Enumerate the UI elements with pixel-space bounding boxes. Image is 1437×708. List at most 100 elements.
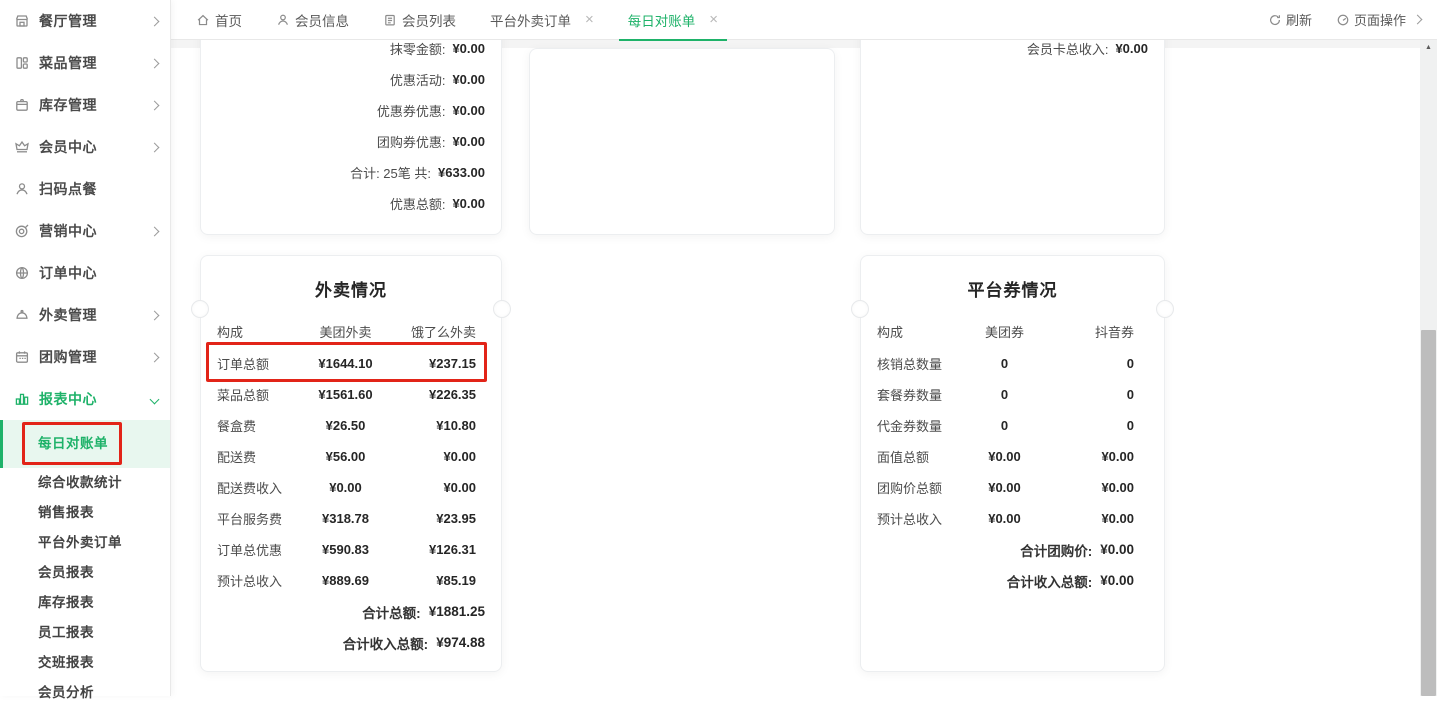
order-center-icon bbox=[14, 265, 30, 281]
tab-home[interactable]: 首页 bbox=[179, 0, 259, 40]
sidebar-item-dishes[interactable]: 菜品管理 bbox=[0, 42, 170, 84]
row-label: 预计总收入 bbox=[217, 571, 301, 590]
close-icon[interactable]: × bbox=[585, 12, 594, 27]
total-value: ¥0.00 bbox=[1100, 542, 1134, 557]
submenu-item-label: 每日对账单 bbox=[38, 436, 108, 451]
table-row: 团购价总额 ¥0.00 ¥0.00 bbox=[861, 472, 1164, 503]
summary-row-value: ¥0.00 bbox=[452, 134, 485, 149]
total-label: 合计团购价: bbox=[1020, 540, 1092, 560]
table-row: 套餐券数量 0 0 bbox=[861, 379, 1164, 410]
submenu-item-inventory-report[interactable]: 库存报表 bbox=[0, 588, 170, 618]
row-label: 餐盒费 bbox=[217, 416, 301, 435]
chevron-right-icon bbox=[150, 16, 160, 26]
row-label: 订单总优惠 bbox=[217, 540, 301, 559]
card-title: 平台券情况 bbox=[861, 276, 1164, 301]
coupon-total-income: 合计收入总额: ¥0.00 bbox=[861, 565, 1164, 596]
row-value-eleme: ¥23.95 bbox=[390, 511, 476, 526]
row-value-meituan: ¥0.00 bbox=[301, 480, 390, 495]
submenu-item-sales-report[interactable]: 销售报表 bbox=[0, 498, 170, 528]
sidebar-item-report-center[interactable]: 报表中心 bbox=[0, 378, 170, 420]
home-icon bbox=[196, 13, 210, 27]
column-header: 饿了么外卖 bbox=[390, 322, 476, 341]
column-header: 美团外卖 bbox=[301, 322, 390, 341]
chevron-down-icon bbox=[150, 394, 160, 404]
sidebar: 餐厅管理 菜品管理 库存管理 bbox=[0, 0, 171, 696]
member-summary-rows: 会员卡总收入: ¥0.00 bbox=[861, 40, 1164, 64]
chevron-right-icon bbox=[150, 142, 160, 152]
submenu-item-platform-takeout-orders[interactable]: 平台外卖订单 bbox=[0, 528, 170, 558]
sidebar-item-marketing[interactable]: 营销中心 bbox=[0, 210, 170, 252]
page-operations-button[interactable]: 页面操作 bbox=[1336, 10, 1421, 29]
summary-row: 合计: 25笔 共: ¥633.00 bbox=[201, 157, 501, 188]
row-value-meituan-coupon: 0 bbox=[961, 356, 1048, 371]
ticket-notch-right bbox=[493, 300, 511, 318]
sidebar-item-label: 会员中心 bbox=[39, 137, 151, 157]
row-label: 面值总额 bbox=[877, 447, 961, 466]
tab-label: 每日对账单 bbox=[628, 10, 696, 30]
row-value-douyin-coupon: ¥0.00 bbox=[1048, 449, 1134, 464]
row-value-meituan: ¥1644.10 bbox=[301, 356, 390, 371]
row-label: 核销总数量 bbox=[877, 354, 961, 373]
submenu-item-member-analysis[interactable]: 会员分析 bbox=[0, 678, 170, 708]
tab-member-list[interactable]: 会员列表 bbox=[366, 0, 473, 40]
sidebar-item-takeout[interactable]: 外卖管理 bbox=[0, 294, 170, 336]
sidebar-item-inventory[interactable]: 库存管理 bbox=[0, 84, 170, 126]
dishes-icon bbox=[14, 55, 30, 71]
row-value-eleme: ¥85.19 bbox=[390, 573, 476, 588]
scrollbar-thumb[interactable] bbox=[1421, 330, 1436, 696]
row-value-eleme: ¥0.00 bbox=[390, 449, 476, 464]
submenu-item-payment-stats[interactable]: 综合收款统计 bbox=[0, 468, 170, 498]
row-value-eleme: ¥10.80 bbox=[390, 418, 476, 433]
member-summary-card: 会员卡总收入: ¥0.00 bbox=[860, 40, 1165, 235]
takeout-table: 构成 美团外卖 饿了么外卖 订单总额 ¥1644.10 ¥237.15 菜品总额… bbox=[201, 319, 501, 658]
row-value-meituan-coupon: ¥0.00 bbox=[961, 480, 1048, 495]
table-row: 预计总收入 ¥0.00 ¥0.00 bbox=[861, 503, 1164, 534]
submenu-item-member-report[interactable]: 会员报表 bbox=[0, 558, 170, 588]
sidebar-submenu: 每日对账单 综合收款统计 销售报表 平台外卖订单 会员报表 库存报表 员工报表 … bbox=[0, 420, 170, 708]
submenu-item-staff-report[interactable]: 员工报表 bbox=[0, 618, 170, 648]
platform-coupon-card: 平台券情况 构成 美团券 抖音券 核销总数量 0 0 套餐券数量 bbox=[860, 255, 1165, 672]
submenu-item-shift-report[interactable]: 交班报表 bbox=[0, 648, 170, 678]
tab-bar: 首页 会员信息 会员列表 平台外卖订单 × 每日对账单 × bbox=[171, 0, 1437, 40]
sidebar-item-groupbuy[interactable]: 团购管理 bbox=[0, 336, 170, 378]
row-label: 套餐券数量 bbox=[877, 385, 961, 404]
coupon-total-groupbuy-price: 合计团购价: ¥0.00 bbox=[861, 534, 1164, 565]
inventory-icon bbox=[14, 97, 30, 113]
refresh-button[interactable]: 刷新 bbox=[1268, 10, 1312, 29]
total-label: 合计收入总额: bbox=[1007, 571, 1093, 591]
tab-member-info[interactable]: 会员信息 bbox=[259, 0, 366, 40]
column-header: 构成 bbox=[217, 322, 301, 341]
table-row: 配送费收入 ¥0.00 ¥0.00 bbox=[201, 472, 501, 503]
sidebar-item-restaurant[interactable]: 餐厅管理 bbox=[0, 0, 170, 42]
total-label: 合计收入总额: bbox=[343, 633, 429, 653]
summary-row: 抹零金额: ¥0.00 bbox=[201, 40, 501, 64]
tab-daily-statement[interactable]: 每日对账单 × bbox=[611, 0, 735, 40]
row-value-douyin-coupon: 0 bbox=[1048, 418, 1134, 433]
summary-row: 优惠券优惠: ¥0.00 bbox=[201, 95, 501, 126]
column-header: 美团券 bbox=[961, 322, 1048, 341]
summary-row: 团购券优惠: ¥0.00 bbox=[201, 126, 501, 157]
summary-row-label: 合计: 25笔 共: bbox=[350, 163, 431, 182]
close-icon[interactable]: × bbox=[709, 12, 718, 27]
row-value-eleme: ¥126.31 bbox=[390, 542, 476, 557]
row-label: 订单总额 bbox=[217, 354, 301, 373]
tab-platform-takeout-orders[interactable]: 平台外卖订单 × bbox=[473, 0, 611, 40]
sidebar-item-member-center[interactable]: 会员中心 bbox=[0, 126, 170, 168]
sidebar-item-scan-order[interactable]: 扫码点餐 bbox=[0, 168, 170, 210]
summary-row-value: ¥0.00 bbox=[452, 72, 485, 87]
submenu-item-daily-statement[interactable]: 每日对账单 bbox=[0, 420, 170, 468]
scrollbar-up-arrow[interactable]: ▲ bbox=[1420, 40, 1437, 55]
summary-row-value: ¥633.00 bbox=[438, 165, 485, 180]
table-row: 平台服务费 ¥318.78 ¥23.95 bbox=[201, 503, 501, 534]
coupon-table-body: 核销总数量 0 0 套餐券数量 0 0 代金券数量 0 0 bbox=[861, 348, 1164, 534]
refresh-label: 刷新 bbox=[1286, 10, 1312, 29]
row-value-meituan: ¥889.69 bbox=[301, 573, 390, 588]
sidebar-item-order-center[interactable]: 订单中心 bbox=[0, 252, 170, 294]
restaurant-icon bbox=[14, 13, 30, 29]
row-label: 菜品总额 bbox=[217, 385, 301, 404]
summary-row-value: ¥0.00 bbox=[452, 196, 485, 211]
table-row: 代金券数量 0 0 bbox=[861, 410, 1164, 441]
row-value-eleme: ¥226.35 bbox=[390, 387, 476, 402]
table-row: 核销总数量 0 0 bbox=[861, 348, 1164, 379]
row-label: 预计总收入 bbox=[877, 509, 961, 528]
